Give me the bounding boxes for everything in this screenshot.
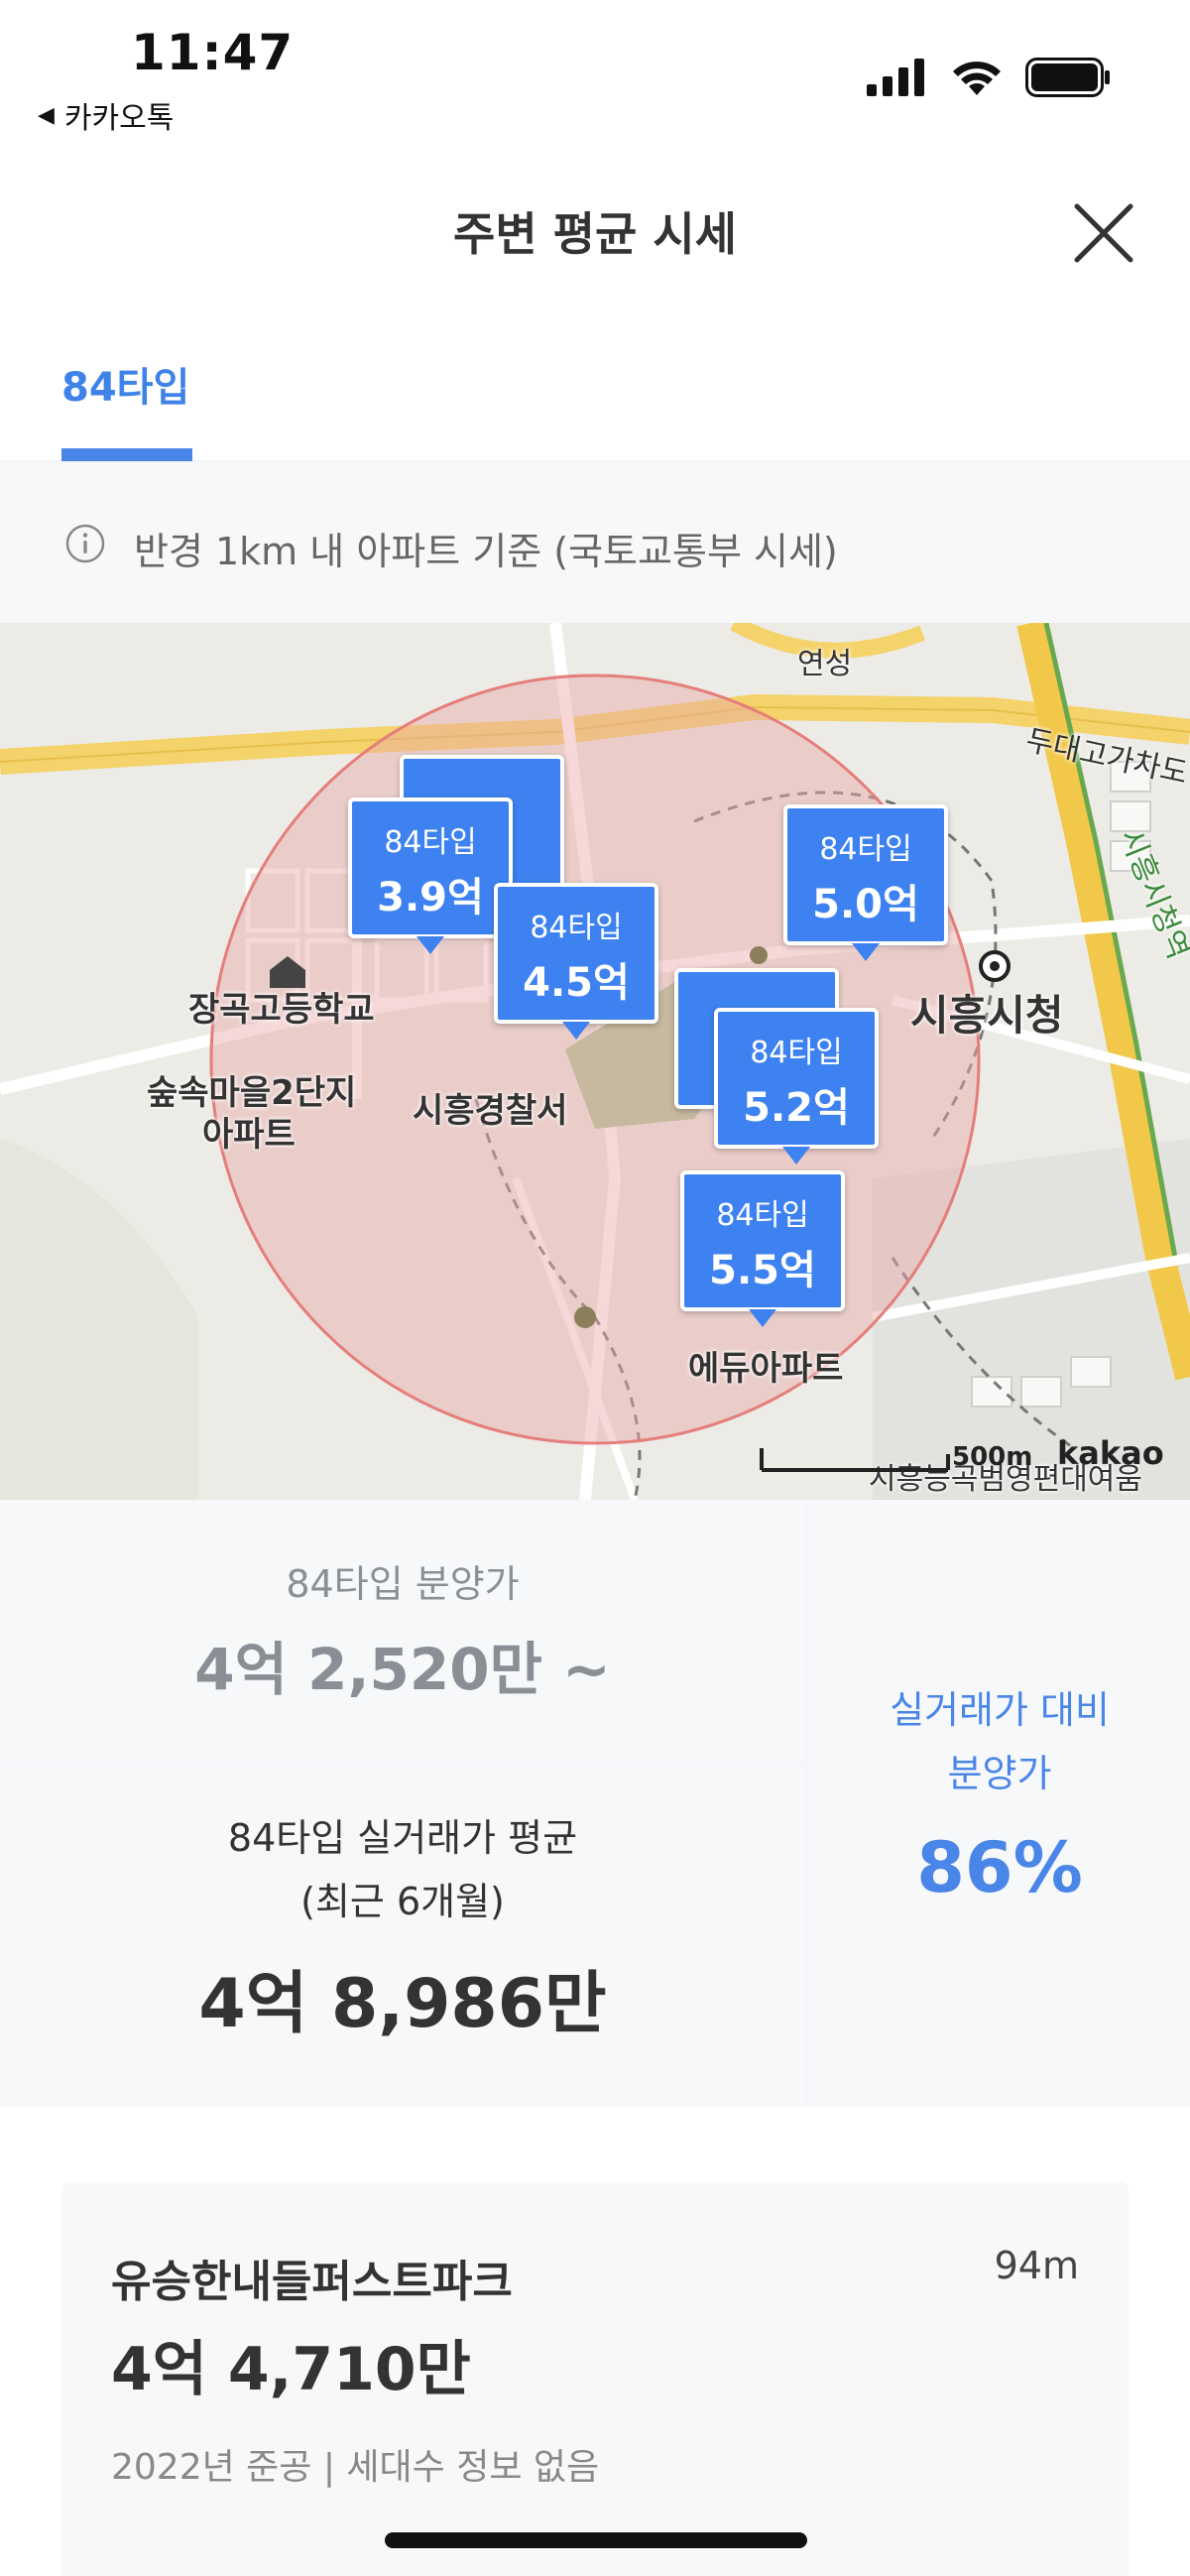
- pin-type: 84타입: [384, 825, 477, 860]
- signal-icon: [867, 59, 924, 96]
- presale-value: 4억 2,520만 ~: [194, 1636, 611, 1703]
- home-indicator[interactable]: [385, 2532, 807, 2548]
- pin-type: 84타입: [530, 911, 623, 945]
- pin-type: 84타입: [716, 1198, 809, 1233]
- map-label-yeonseong: 연성: [797, 647, 853, 681]
- info-strip: 반경 1km 내 아파트 기준 (국토교통부 시세): [0, 461, 1190, 623]
- page-title: 주변 평균 시세: [453, 207, 737, 261]
- map-scale-label: 500m: [952, 1442, 1033, 1472]
- listing-name: 유승한내들퍼스트파크: [111, 2257, 513, 2307]
- active-tab-indicator: [61, 448, 192, 461]
- pin-type: 84타입: [819, 832, 912, 867]
- map-scale-bar: [760, 1448, 950, 1472]
- status-icons: [867, 58, 1111, 97]
- ratio-box: 실거래가 대비 분양가 86%: [809, 1500, 1190, 2107]
- pin-price: 5.2억: [743, 1085, 850, 1131]
- type-tabs: 84타입: [0, 317, 1190, 461]
- ratio-label-line2: 분양가: [947, 1752, 1052, 1795]
- price-summary: 84타입 분양가 4억 2,520만 ~ 84타입 실거래가 평균 (최근 6개…: [0, 1500, 1190, 2107]
- actual-price-period: (최근 6개월): [300, 1880, 505, 1923]
- pin-type: 84타입: [750, 1036, 843, 1070]
- actual-price-value: 4억 8,986만: [198, 1965, 607, 2043]
- back-app-label: 카카오톡: [63, 101, 175, 136]
- wifi-icon: [953, 61, 1001, 95]
- listing-card[interactable]: 유승한내들퍼스트파크 94m 4억 4,710만 2022년 준공 | 세대수 …: [61, 2182, 1129, 2576]
- ratio-value: 86%: [916, 1827, 1083, 1908]
- pin-price: 4.5억: [523, 960, 630, 1006]
- map-label-cityhall: 시흥시청: [910, 991, 1064, 1040]
- map-label-police: 시흥경찰서: [413, 1091, 568, 1131]
- tab-84-type[interactable]: 84타입: [61, 355, 189, 413]
- presale-label: 84타입 분양가: [286, 1562, 520, 1606]
- back-triangle-icon: ◀: [38, 102, 55, 128]
- close-icon: [1074, 203, 1133, 263]
- map-label-edu: 에듀아파트: [688, 1349, 844, 1389]
- map-label-janggok-school: 장곡고등학교: [188, 990, 375, 1030]
- back-to-app-link[interactable]: ◀ 카카오톡: [38, 93, 174, 137]
- ratio-label-line1: 실거래가 대비: [890, 1688, 1110, 1732]
- info-text: 반경 1km 내 아파트 기준 (국토교통부 시세): [134, 530, 838, 573]
- kakao-logo: kakao: [1057, 1434, 1164, 1472]
- close-button[interactable]: [1069, 198, 1138, 268]
- map[interactable]: 연성 두대고가차도 장곡고등학교 숲속마을2단지 아파트 시흥경찰서 시흥시청 …: [0, 623, 1190, 1500]
- pin-price: 5.5억: [709, 1248, 816, 1293]
- presale-box: 84타입 분양가 4억 2,520만 ~: [0, 1500, 805, 1764]
- map-label-apart: 아파트: [202, 1115, 296, 1155]
- listing-distance: 94m: [994, 2244, 1079, 2287]
- price-pin[interactable]: 84타입 3.9억: [348, 797, 513, 954]
- listing-meta: 2022년 준공 | 세대수 정보 없음: [111, 2447, 600, 2488]
- price-pin[interactable]: 84타입 5.5억: [680, 1170, 845, 1327]
- price-pin[interactable]: 84타입 4.5억: [494, 883, 658, 1040]
- map-base: [0, 623, 1190, 1500]
- pin-price: 5.0억: [812, 882, 919, 927]
- actual-price-box: 84타입 실거래가 평균 (최근 6개월) 4억 8,986만: [0, 1768, 805, 2107]
- price-pin[interactable]: 84타입 5.2억: [714, 1008, 879, 1165]
- price-pin[interactable]: 84타입 5.0억: [783, 804, 948, 961]
- header: 주변 평균 시세: [0, 149, 1190, 317]
- status-time: 11:47: [131, 24, 295, 81]
- status-bar: 11:47 ◀ 카카오톡: [0, 0, 1190, 149]
- listing-price: 4억 4,710만: [111, 2335, 471, 2404]
- battery-icon: [1025, 58, 1110, 97]
- listing-section: 유승한내들퍼스트파크 94m 4억 4,710만 2022년 준공 | 세대수 …: [0, 2107, 1190, 2576]
- actual-price-label: 84타입 실거래가 평균: [227, 1816, 578, 1860]
- pin-price: 3.9억: [377, 875, 484, 920]
- info-icon: [65, 524, 105, 563]
